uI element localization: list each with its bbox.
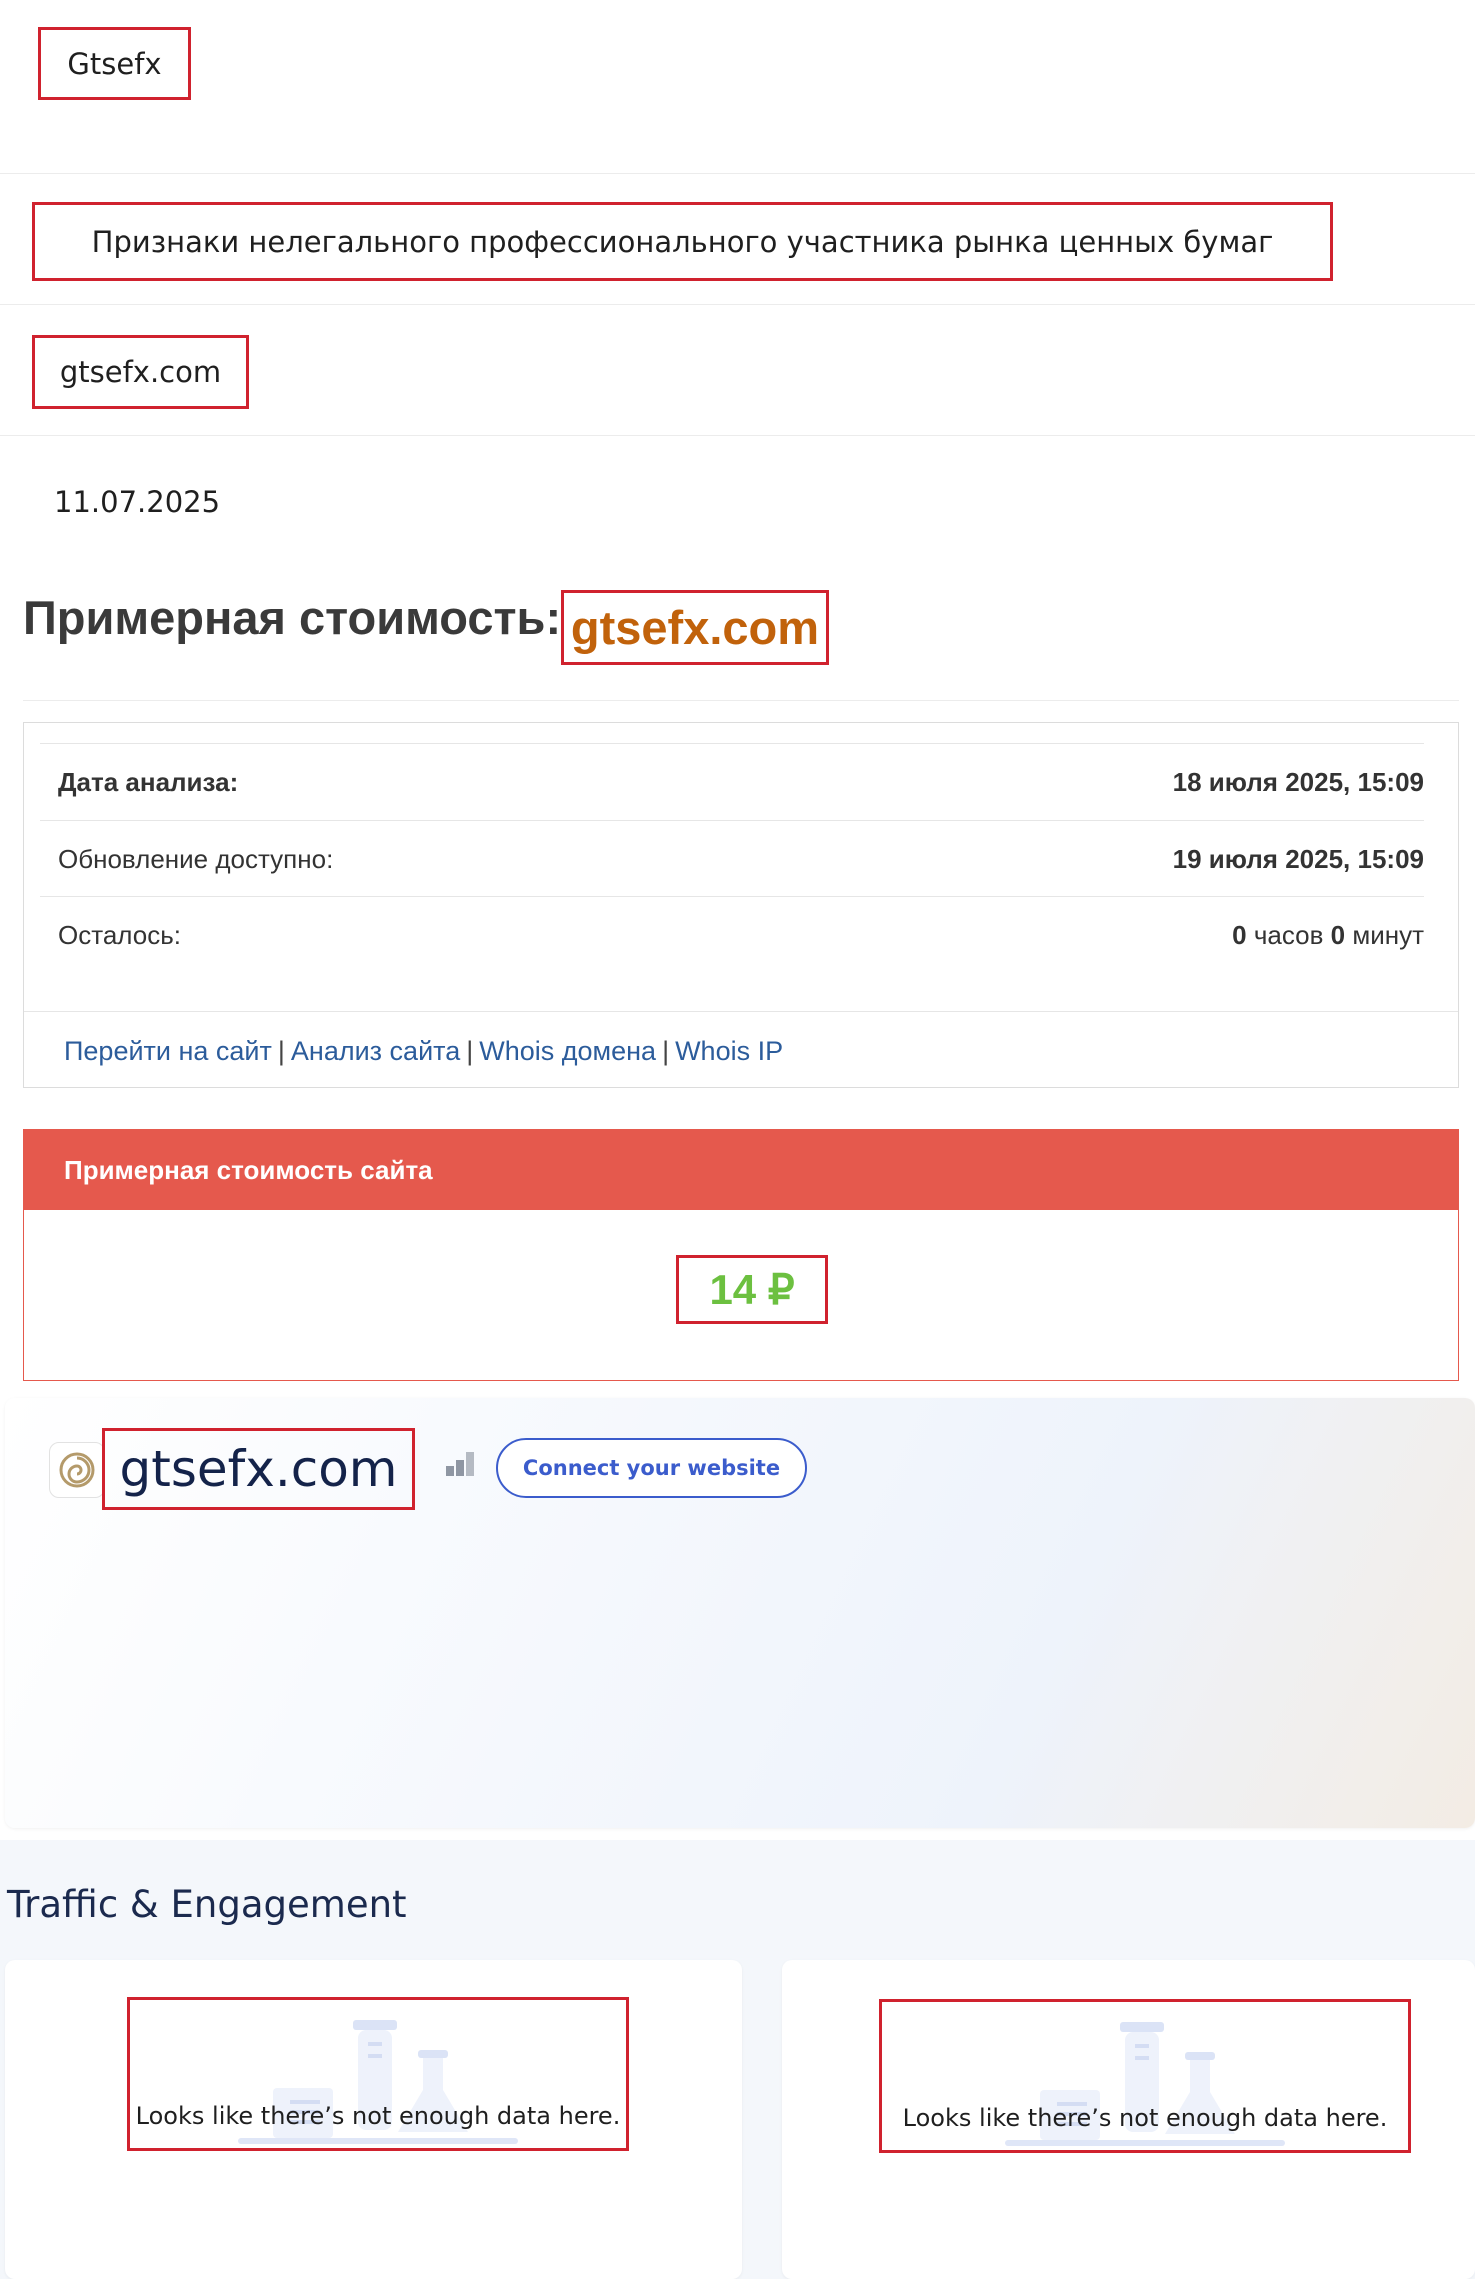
goto-site-link[interactable]: Перейти на сайт	[64, 1036, 272, 1067]
analysis-date-value: 18 июля 2025, 15:09	[1172, 766, 1424, 797]
divider	[0, 304, 1475, 305]
divider	[23, 700, 1459, 701]
hours-unit: часов	[1246, 919, 1331, 950]
traffic-card-left: Looks like there’s not enough data here.	[5, 1960, 742, 2279]
table-row: Дата анализа: 18 июля 2025, 15:09	[40, 743, 1424, 820]
empty-message: Looks like there’s not enough data here.	[135, 2102, 621, 2130]
links-row: Перейти на сайт | Анализ сайта | Whois д…	[24, 1011, 1458, 1090]
site-cost-panel: Примерная стоимость сайта 14 ₽	[23, 1129, 1459, 1381]
cost-domain-box: gtsefx.com	[561, 590, 829, 665]
update-label: Обновление доступно:	[58, 843, 334, 874]
traffic-title: Traffic & Engagement	[7, 1883, 407, 1926]
traffic-card-right: Looks like there’s not enough data here.	[782, 1960, 1475, 2279]
minutes-unit: минут	[1345, 919, 1424, 950]
empty-state: Looks like there’s not enough data here.	[127, 1997, 629, 2151]
link-separator: |	[662, 1035, 670, 1066]
site-card: gtsefx.com Connect your website	[5, 1398, 1475, 1828]
update-value: 19 июля 2025, 15:09	[1172, 843, 1424, 874]
table-row: Осталось: 0 часов 0 минут	[40, 896, 1424, 973]
analysis-info-table: Дата анализа: 18 июля 2025, 15:09 Обновл…	[23, 722, 1459, 1088]
whois-ip-link[interactable]: Whois IP	[675, 1036, 783, 1067]
link-separator: |	[277, 1035, 285, 1066]
site-analysis-link[interactable]: Анализ сайта	[291, 1036, 460, 1067]
page-title: Примерная стоимость:	[23, 591, 562, 644]
cost-domain: gtsefx.com	[570, 601, 820, 654]
lab-flask-icon	[1005, 2022, 1285, 2146]
company-name: Gtsefx	[67, 46, 162, 81]
site-domain-box: gtsefx.com	[102, 1428, 415, 1510]
category-box: Признаки нелегального профессионального …	[32, 202, 1333, 281]
lab-flask-icon	[238, 2020, 518, 2144]
remaining-minutes: 0	[1330, 919, 1346, 950]
remaining-label: Осталось:	[58, 919, 181, 950]
analysis-date-label: Дата анализа:	[58, 766, 239, 797]
rank-bars-icon	[446, 1450, 476, 1476]
connect-website-button[interactable]: Connect your website	[496, 1438, 807, 1498]
table-row: Обновление доступно: 19 июля 2025, 15:09	[40, 820, 1424, 897]
site-cost-panel-title: Примерная стоимость сайта	[24, 1130, 1458, 1210]
divider	[0, 435, 1475, 436]
entry-date: 11.07.2025	[54, 485, 221, 519]
whois-domain-link[interactable]: Whois домена	[479, 1036, 656, 1067]
domain-text: gtsefx.com	[59, 355, 222, 389]
remaining-hours: 0	[1232, 919, 1247, 950]
name-box: Gtsefx	[38, 27, 191, 100]
link-separator: |	[466, 1035, 474, 1066]
site-logo-icon	[49, 1442, 105, 1498]
empty-message: Looks like there’s not enough data here.	[902, 2104, 1388, 2132]
remaining-value: 0 часов 0 минут	[1232, 920, 1424, 951]
domain-box: gtsefx.com	[32, 335, 249, 409]
site-price: 14 ₽	[709, 1266, 795, 1313]
divider	[0, 173, 1475, 174]
category-text: Признаки нелегального профессионального …	[91, 224, 1274, 259]
empty-state: Looks like there’s not enough data here.	[879, 1999, 1411, 2153]
price-box: 14 ₽	[676, 1255, 828, 1324]
site-domain: gtsefx.com	[119, 1440, 398, 1498]
